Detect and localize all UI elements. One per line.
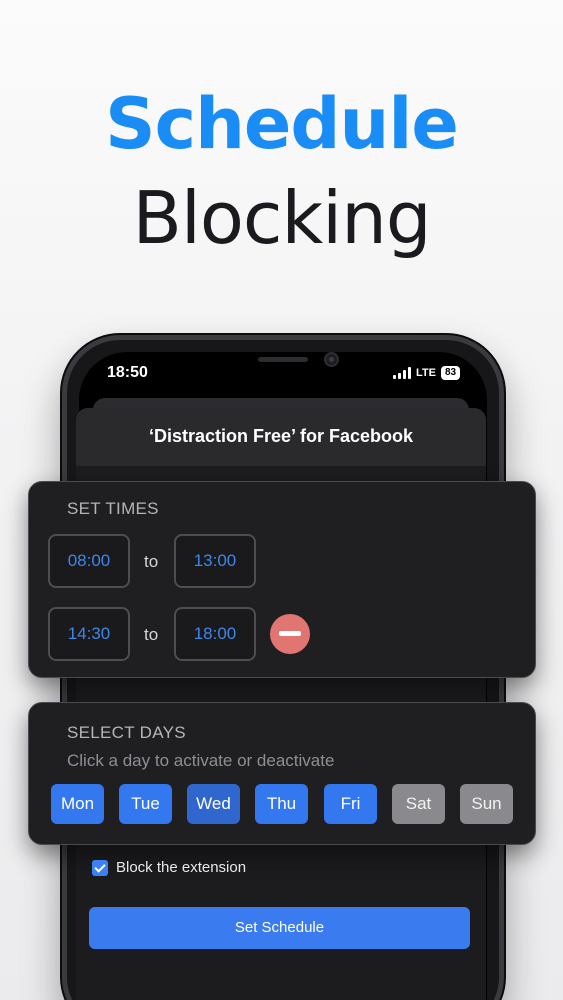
status-indicators: LTE 83 xyxy=(393,366,461,380)
time-range-1-start[interactable]: 08:00 xyxy=(48,534,130,588)
block-extension-label: Block the extension xyxy=(116,859,247,876)
block-extension-option[interactable]: Block the extension xyxy=(92,859,246,876)
block-extension-checkbox[interactable] xyxy=(92,859,108,876)
status-time: 18:50 xyxy=(107,364,148,381)
time-range-1-end[interactable]: 13:00 xyxy=(174,534,256,588)
set-times-title: SET TIMES xyxy=(67,499,159,518)
app-title: ‘Distraction Free’ for Facebook xyxy=(76,408,486,466)
day-wed[interactable]: Wed xyxy=(187,784,240,824)
to-label: to xyxy=(144,552,159,571)
day-sat[interactable]: Sat xyxy=(392,784,445,824)
day-fri[interactable]: Fri xyxy=(324,784,377,824)
battery-icon: 83 xyxy=(440,366,461,380)
day-mon[interactable]: Mon xyxy=(51,784,104,824)
network-label: LTE xyxy=(416,367,436,379)
signal-icon xyxy=(393,367,411,379)
set-times-card: SET TIMES 08:00 to 13:00 14:30 to 18:00 xyxy=(28,481,536,678)
select-days-card: SELECT DAYS Click a day to activate or d… xyxy=(28,702,536,845)
select-days-title: SELECT DAYS xyxy=(67,723,186,742)
front-camera xyxy=(324,352,339,367)
day-thu[interactable]: Thu xyxy=(255,784,308,824)
day-tue[interactable]: Tue xyxy=(119,784,172,824)
remove-time-range-button[interactable] xyxy=(270,614,310,654)
headline-title: Schedule xyxy=(105,83,459,165)
to-label: to xyxy=(144,625,159,644)
speaker-grille xyxy=(258,357,308,362)
set-schedule-button[interactable]: Set Schedule xyxy=(89,907,470,949)
day-sun[interactable]: Sun xyxy=(460,784,513,824)
time-range-2-start[interactable]: 14:30 xyxy=(48,607,130,661)
select-days-subtitle: Click a day to activate or deactivate xyxy=(67,751,335,770)
headline-subtitle: Blocking xyxy=(132,176,431,260)
time-range-2-end[interactable]: 18:00 xyxy=(174,607,256,661)
